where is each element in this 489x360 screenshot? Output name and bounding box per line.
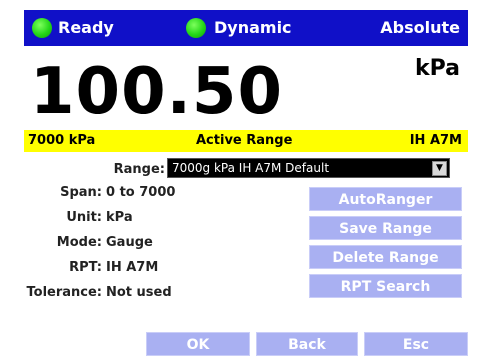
span-label: Span: <box>60 185 102 200</box>
back-button[interactable]: Back <box>256 332 358 356</box>
range-label: Range: <box>113 162 165 177</box>
dut-tolerance-label: DUT Tolerance: <box>24 285 102 300</box>
range-select-value: 7000g kPa IH A7M Default <box>172 161 330 175</box>
ready-led-icon <box>32 18 52 38</box>
dut-tolerance-value: Not used <box>106 285 172 300</box>
rpt-label: RPT: <box>69 260 102 275</box>
range-select[interactable]: 7000g kPa IH A7M Default ▼ <box>167 158 450 178</box>
unit-value: kPa <box>106 210 133 225</box>
device-screen: Ready Dynamic Absolute 100.50 kPa 7000 k… <box>24 10 468 356</box>
autoranger-button[interactable]: AutoRanger <box>309 187 462 211</box>
banner-title: Active Range <box>196 133 293 148</box>
esc-button[interactable]: Esc <box>364 332 468 356</box>
dynamic-status: Dynamic <box>214 18 292 37</box>
delete-range-button[interactable]: Delete Range <box>309 245 462 269</box>
chevron-down-icon[interactable]: ▼ <box>432 161 447 176</box>
rpt-value: IH A7M <box>106 260 159 275</box>
ok-button[interactable]: OK <box>146 332 250 356</box>
dynamic-led-icon <box>186 18 206 38</box>
pressure-reading-area: 100.50 kPa <box>24 46 468 130</box>
pressure-reading: 100.50 <box>30 55 283 129</box>
span-value: 0 to 7000 <box>106 185 176 200</box>
status-bar: Ready Dynamic Absolute <box>24 10 468 46</box>
unit-label: Unit: <box>66 210 102 225</box>
banner-range-full-scale: 7000 kPa <box>28 133 96 148</box>
mode-label: Mode: <box>56 235 102 250</box>
absolute-status: Absolute <box>380 18 460 37</box>
range-panel: Range: 7000g kPa IH A7M Default ▼ Span: … <box>24 152 468 356</box>
pressure-unit: kPa <box>414 56 460 81</box>
mode-value: Gauge <box>106 235 153 250</box>
ready-status: Ready <box>58 18 114 37</box>
save-range-button[interactable]: Save Range <box>309 216 462 240</box>
active-range-banner: 7000 kPa Active Range IH A7M <box>24 130 468 152</box>
rpt-search-button[interactable]: RPT Search <box>309 274 462 298</box>
banner-rpt: IH A7M <box>409 133 462 148</box>
